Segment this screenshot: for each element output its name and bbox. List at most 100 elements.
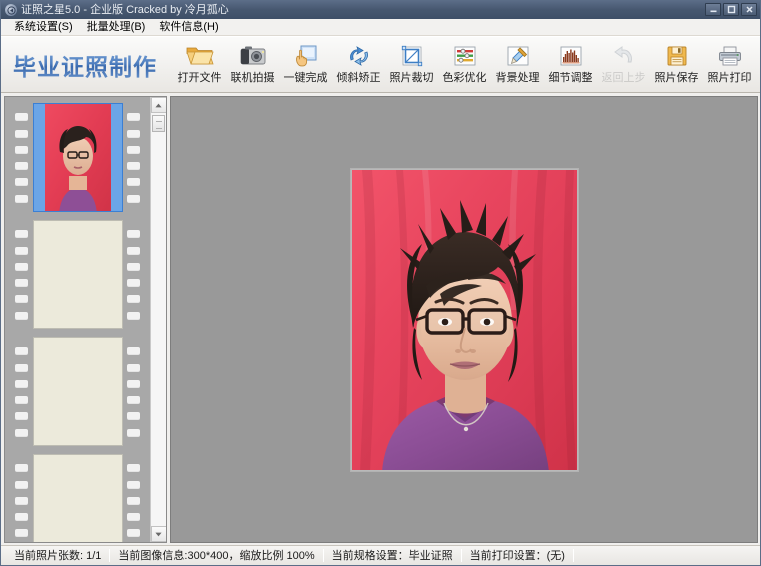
filmstrip-panel: [4, 96, 167, 543]
printer-icon: [715, 42, 745, 70]
photo-canvas[interactable]: [170, 96, 758, 543]
one-click-finish-label: 一键完成: [283, 71, 328, 84]
color-optimize-button[interactable]: 色彩优化: [438, 39, 491, 91]
thumbnail-1[interactable]: [32, 103, 123, 212]
perforation: [15, 194, 28, 202]
perforation: [15, 113, 28, 121]
film-perforations-left: [11, 452, 33, 542]
photo-print-button[interactable]: 照片打印: [703, 39, 756, 91]
perforation: [15, 129, 28, 137]
background-process-button[interactable]: 背景处理: [491, 39, 544, 91]
scroll-down-button[interactable]: [150, 526, 166, 542]
status-bar: 当前照片张数: 1/1 当前图像信息:300*400，缩放比例 100% 当前规…: [1, 545, 760, 565]
status-image-info: 当前图像信息:300*400，缩放比例 100%: [118, 549, 315, 562]
background-process-label: 背景处理: [495, 71, 540, 84]
open-file-label: 打开文件: [177, 71, 222, 84]
open-folder-icon: [185, 42, 215, 70]
menu-item-software-info[interactable]: 软件信息(H): [152, 19, 225, 35]
maximize-button[interactable]: [723, 3, 739, 16]
detail-adjust-label: 细节调整: [548, 71, 593, 84]
perforation: [127, 113, 140, 121]
status-print-setting: 当前打印设置：(无): [469, 549, 565, 562]
undo-step-button[interactable]: 返回上步: [597, 39, 650, 91]
status-separator: [572, 549, 574, 562]
perforation: [127, 145, 140, 153]
histogram-icon: [556, 42, 586, 70]
thumbnail-slot-2[interactable]: [11, 218, 145, 331]
perforation: [15, 396, 28, 404]
application-window: 证照之星5.0 - 企业版 Cracked by 冷月孤心 系统设置(S) 批量…: [0, 0, 761, 566]
window-title: 证照之星5.0 - 企业版 Cracked by 冷月孤心: [21, 4, 229, 16]
perforation: [15, 529, 28, 537]
photo-crop-button[interactable]: 照片裁切: [385, 39, 438, 91]
scroll-up-button[interactable]: [150, 97, 166, 113]
perforation: [15, 379, 28, 387]
app-icon: [5, 4, 17, 16]
menu-bar: 系统设置(S) 批量处理(B) 软件信息(H): [1, 19, 760, 36]
film-perforations-left: [11, 335, 33, 448]
scrollbar-track[interactable]: [150, 113, 166, 526]
open-file-button[interactable]: 打开文件: [173, 39, 226, 91]
perforation: [127, 129, 140, 137]
perforation: [127, 311, 140, 319]
perforation: [127, 496, 140, 504]
tilt-correct-label: 倾斜矫正: [336, 71, 381, 84]
perforation: [127, 513, 140, 521]
preview-photo[interactable]: [350, 168, 578, 471]
thumbnail-slot-4[interactable]: [11, 452, 145, 542]
filmstrip-scrollbar[interactable]: [150, 97, 166, 542]
portrait-photo: [351, 169, 577, 470]
perforation: [15, 412, 28, 420]
toolbar-button-group: 打开文件 联机拍摄 一键完成 倾斜矫正 照片裁切 色彩优化 背景处理 细节调整 …: [173, 39, 756, 91]
camera-capture-button[interactable]: 联机拍摄: [226, 39, 279, 91]
perforation: [15, 311, 28, 319]
film-perforations-right: [123, 218, 145, 331]
photo-save-label: 照片保存: [654, 71, 699, 84]
minimize-button[interactable]: [705, 3, 721, 16]
menu-item-system-settings[interactable]: 系统设置(S): [7, 19, 80, 35]
perforation: [127, 379, 140, 387]
perforation: [15, 145, 28, 153]
perforation: [15, 162, 28, 170]
scrollbar-thumb[interactable]: [151, 115, 165, 132]
perforation: [127, 262, 140, 270]
perforation: [15, 295, 28, 303]
thumbnail-3[interactable]: [32, 337, 123, 446]
title-bar: 证照之星5.0 - 企业版 Cracked by 冷月孤心: [1, 1, 760, 19]
menu-item-batch-process[interactable]: 批量处理(B): [80, 19, 153, 35]
thumbnail-4[interactable]: [32, 454, 123, 542]
perforation: [127, 347, 140, 355]
close-button[interactable]: [741, 3, 757, 16]
perforation: [15, 480, 28, 488]
hand-click-icon: [291, 42, 321, 70]
main-body: [1, 93, 760, 545]
thumbnail-photo: [44, 104, 111, 211]
photo-save-button[interactable]: 照片保存: [650, 39, 703, 91]
filmstrip: [5, 97, 150, 542]
thumbnail-slot-3[interactable]: [11, 335, 145, 448]
perforation: [15, 347, 28, 355]
one-click-finish-button[interactable]: 一键完成: [279, 39, 332, 91]
film-perforations-left: [11, 218, 33, 331]
photo-crop-label: 照片裁切: [389, 71, 434, 84]
perforation: [127, 230, 140, 238]
perforation: [15, 230, 28, 238]
undo-step-label: 返回上步: [601, 71, 646, 84]
film-perforations-right: [123, 335, 145, 448]
perforation: [127, 529, 140, 537]
camera-capture-label: 联机拍摄: [230, 71, 275, 84]
film-perforations-left: [11, 101, 33, 214]
perforation: [127, 363, 140, 371]
color-optimize-label: 色彩优化: [442, 71, 487, 84]
perforation: [127, 464, 140, 472]
thumbnail-2[interactable]: [32, 220, 123, 329]
thumbnail-slot-1[interactable]: [11, 101, 145, 214]
tilt-correct-button[interactable]: 倾斜矫正: [332, 39, 385, 91]
detail-adjust-button[interactable]: 细节调整: [544, 39, 597, 91]
perforation: [127, 480, 140, 488]
film-perforations-right: [123, 101, 145, 214]
color-sliders-icon: [450, 42, 480, 70]
perforation: [127, 162, 140, 170]
perforation: [15, 513, 28, 521]
perforation: [15, 428, 28, 436]
